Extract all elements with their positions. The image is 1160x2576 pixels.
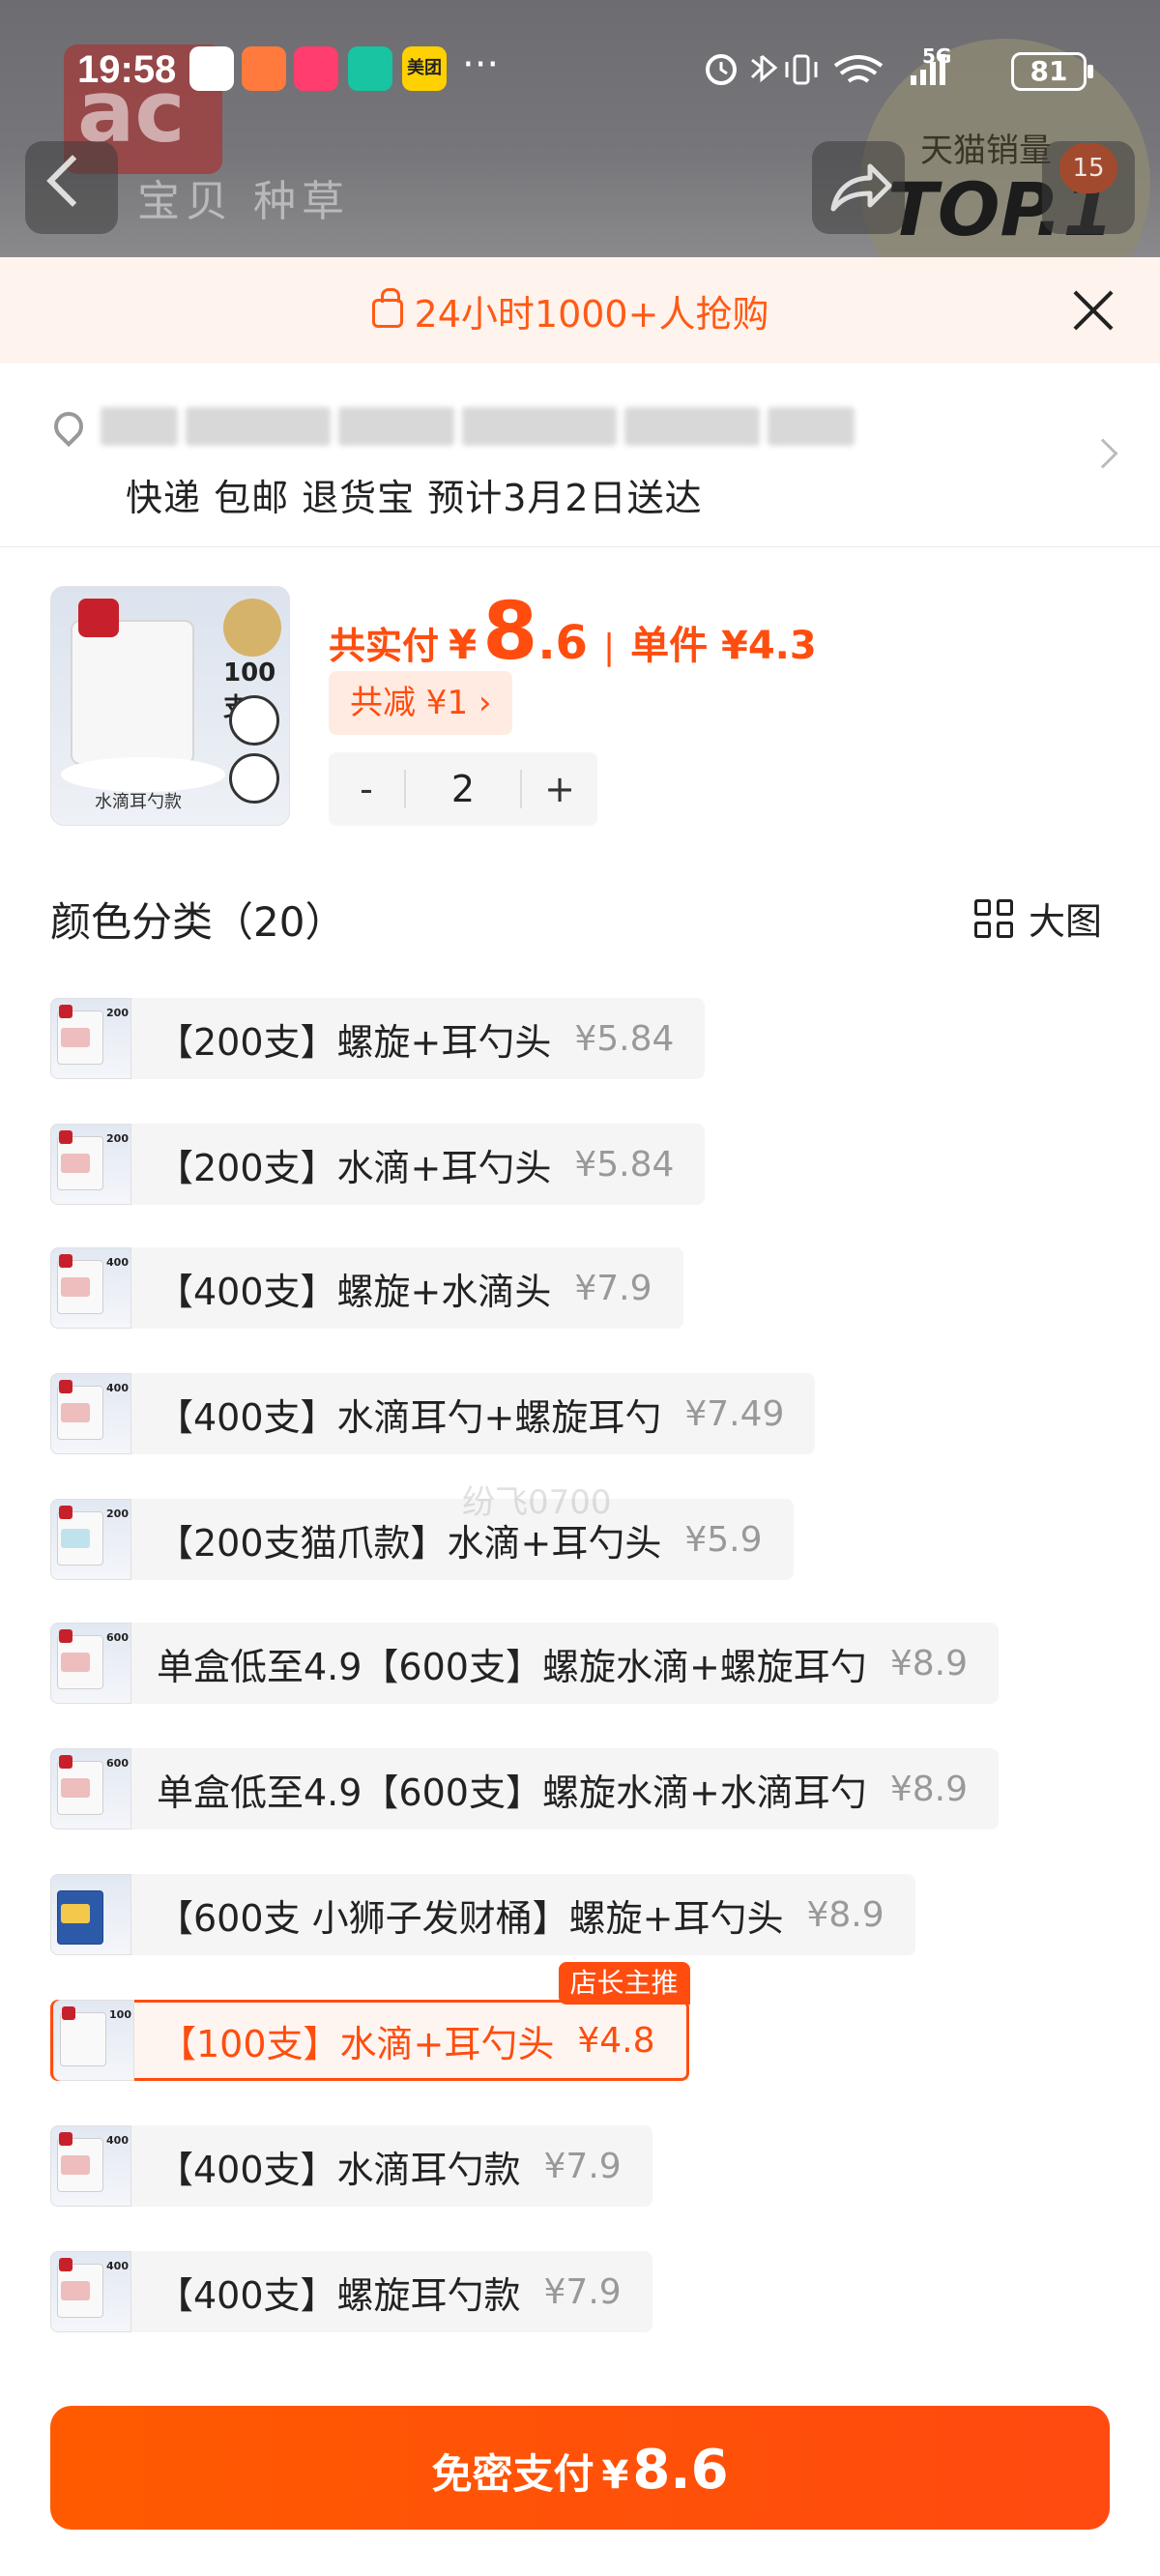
product-image[interactable]: 100支 水滴耳勺款	[50, 586, 290, 826]
product-jar	[71, 620, 194, 765]
more-notifications-icon: ···	[462, 43, 500, 87]
option-label: 【200支】螺旋+耳勺头	[157, 1020, 552, 1064]
pay-button-label: 免密支付	[431, 2450, 594, 2498]
option-price: ¥5.9	[684, 1519, 763, 1560]
status-bar: 19:58 美团 ··· 5G 81	[0, 39, 1160, 101]
option-label: 【400支】螺旋+水滴头	[157, 1270, 552, 1313]
pay-button-currency: ¥	[601, 2453, 629, 2498]
swab-tip-icon	[229, 695, 279, 746]
option-price: ¥7.9	[543, 2271, 622, 2312]
option-price: ¥7.9	[574, 1268, 652, 1308]
currency-symbol: ¥	[449, 621, 478, 668]
option-thumbnail: 200	[50, 1499, 131, 1580]
delivery-info: 快递 包邮 退货宝 预计3月2日送达	[126, 477, 703, 519]
option-label: 【400支】水滴耳勺+螺旋耳勺	[157, 1395, 662, 1439]
option-thumbnail: 100	[53, 2000, 134, 2081]
sales-label: 天猫销量	[920, 132, 1052, 170]
option-label: 单盒低至4.9【600支】螺旋水滴+螺旋耳勺	[157, 1645, 867, 1688]
unit-price: 单件 ¥4.3	[630, 624, 817, 668]
option-item[interactable]: 400 【400支】螺旋耳勺款 ¥7.9	[50, 2251, 652, 2332]
option-item[interactable]: 600 单盒低至4.9【600支】螺旋水滴+螺旋耳勺 ¥8.9	[50, 1623, 999, 1704]
meituan-icon: 美团	[402, 46, 447, 91]
top-seal	[223, 599, 281, 657]
option-item[interactable]: 400 【400支】水滴耳勺+螺旋耳勺 ¥7.49	[50, 1373, 816, 1454]
option-item[interactable]: 600 单盒低至4.9【600支】螺旋水滴+水滴耳勺 ¥8.9	[50, 1748, 999, 1830]
promo-banner: 24小时1000+人抢购	[0, 257, 1160, 364]
ear-spoon-icon	[229, 753, 279, 804]
option-price: ¥8.9	[806, 1894, 884, 1935]
option-label: 【400支】水滴耳勺款	[157, 2148, 521, 2191]
option-price: ¥4.8	[577, 2020, 655, 2061]
pay-label: 共实付	[329, 625, 440, 667]
option-item[interactable]: 200 【200支】螺旋+耳勺头 ¥5.84	[50, 998, 706, 1079]
tmall-icon	[294, 46, 338, 91]
status-time: 19:58	[77, 48, 177, 91]
xiaomi-icon	[348, 46, 392, 91]
product-caption: 水滴耳勺款	[95, 792, 182, 812]
product-stand	[61, 757, 225, 792]
option-thumbnail	[50, 1874, 131, 1955]
big-image-toggle[interactable]: 大图	[973, 892, 1102, 945]
share-icon	[830, 163, 892, 212]
option-price: ¥7.9	[543, 2146, 622, 2186]
option-label: 【100支】水滴+耳勺头	[160, 2022, 555, 2065]
option-price: ¥8.9	[889, 1643, 968, 1683]
options-title: 颜色分类（20）	[50, 898, 346, 946]
close-icon[interactable]	[1067, 284, 1119, 337]
cart-count-badge: 15	[1059, 143, 1117, 193]
option-price: ¥7.49	[684, 1393, 785, 1434]
option-item-selected[interactable]: 100 【100支】水滴+耳勺头 ¥4.8 店长主推	[50, 1962, 690, 2081]
envelope-icon	[189, 46, 234, 91]
option-item[interactable]: 400 【400支】螺旋+水滴头 ¥7.9	[50, 1247, 683, 1329]
quantity-stepper: - 2 +	[329, 752, 597, 826]
option-thumbnail: 400	[50, 2251, 131, 2332]
option-thumbnail: 400	[50, 1247, 131, 1329]
sku-sheet: 24小时1000+人抢购 快递 包邮 退货宝 预计3月2日送达 100 水滴耳勺…	[0, 257, 1160, 2576]
option-thumbnail: 400	[50, 2125, 131, 2207]
option-price: ¥8.9	[889, 1769, 968, 1809]
price-integer: 8	[482, 586, 538, 678]
redacted-address	[47, 402, 855, 451]
option-item[interactable]: 400 【400支】水滴耳勺款 ¥7.9	[50, 2125, 652, 2207]
option-price: ¥5.84	[574, 1144, 675, 1185]
network-type: 5G	[922, 44, 952, 68]
total-price: 共实付 ¥ 8 .6 | 单件 ¥4.3	[329, 586, 817, 678]
grid-icon	[973, 898, 1013, 938]
sku-selection-screen: ac 宝贝 种草 天猫销量 TOP.1 15 19:58 美团 ··· 5G 8…	[0, 0, 1160, 2576]
app-icon	[242, 46, 286, 91]
chevron-right-icon	[1088, 438, 1118, 469]
option-label: 【200支】水滴+耳勺头	[157, 1146, 552, 1189]
price-separator: |	[602, 628, 616, 667]
increase-button[interactable]: +	[522, 768, 597, 810]
pay-button-amount: 8.6	[632, 2439, 729, 2502]
quantity-value[interactable]: 2	[406, 768, 520, 810]
address-row[interactable]: 快递 包邮 退货宝 预计3月2日送达	[0, 364, 1160, 547]
watermark: 纷飞0700	[462, 1483, 612, 1522]
discount-button[interactable]: 共减 ¥1 ›	[329, 671, 513, 735]
option-thumbnail: 600	[50, 1623, 131, 1704]
shopping-bag-icon	[371, 288, 403, 328]
battery-indicator: 81	[1011, 52, 1093, 91]
price-decimal: .6	[537, 616, 588, 670]
option-thumbnail: 400	[50, 1373, 131, 1454]
option-price: ¥5.84	[574, 1018, 675, 1059]
location-icon	[47, 405, 90, 448]
brand-mark	[78, 599, 119, 637]
promo-text: 24小时1000+人抢购	[414, 292, 769, 336]
decrease-button[interactable]: -	[329, 768, 404, 810]
big-view-label: 大图	[1028, 900, 1102, 943]
option-thumbnail: 200	[50, 1124, 131, 1205]
option-thumbnail: 200	[50, 998, 131, 1079]
option-label: 【400支】螺旋耳勺款	[157, 2273, 521, 2317]
option-thumbnail: 600	[50, 1748, 131, 1830]
option-label: 【600支 小狮子发财桶】螺旋+耳勺头	[157, 1896, 784, 1940]
share-button[interactable]	[812, 141, 905, 234]
pay-button[interactable]: 免密支付 ¥ 8.6	[50, 2406, 1110, 2530]
option-item[interactable]: 【600支 小狮子发财桶】螺旋+耳勺头 ¥8.9	[50, 1874, 915, 1955]
backdrop-tabs: 宝贝 种草	[137, 177, 350, 226]
option-label: 单盒低至4.9【600支】螺旋水滴+水滴耳勺	[157, 1771, 867, 1814]
option-item[interactable]: 200 【200支猫爪款】水滴+耳勺头 ¥5.9	[50, 1499, 794, 1580]
recommended-badge: 店长主推	[558, 1962, 690, 2005]
option-item[interactable]: 200 【200支】水滴+耳勺头 ¥5.84	[50, 1124, 706, 1205]
